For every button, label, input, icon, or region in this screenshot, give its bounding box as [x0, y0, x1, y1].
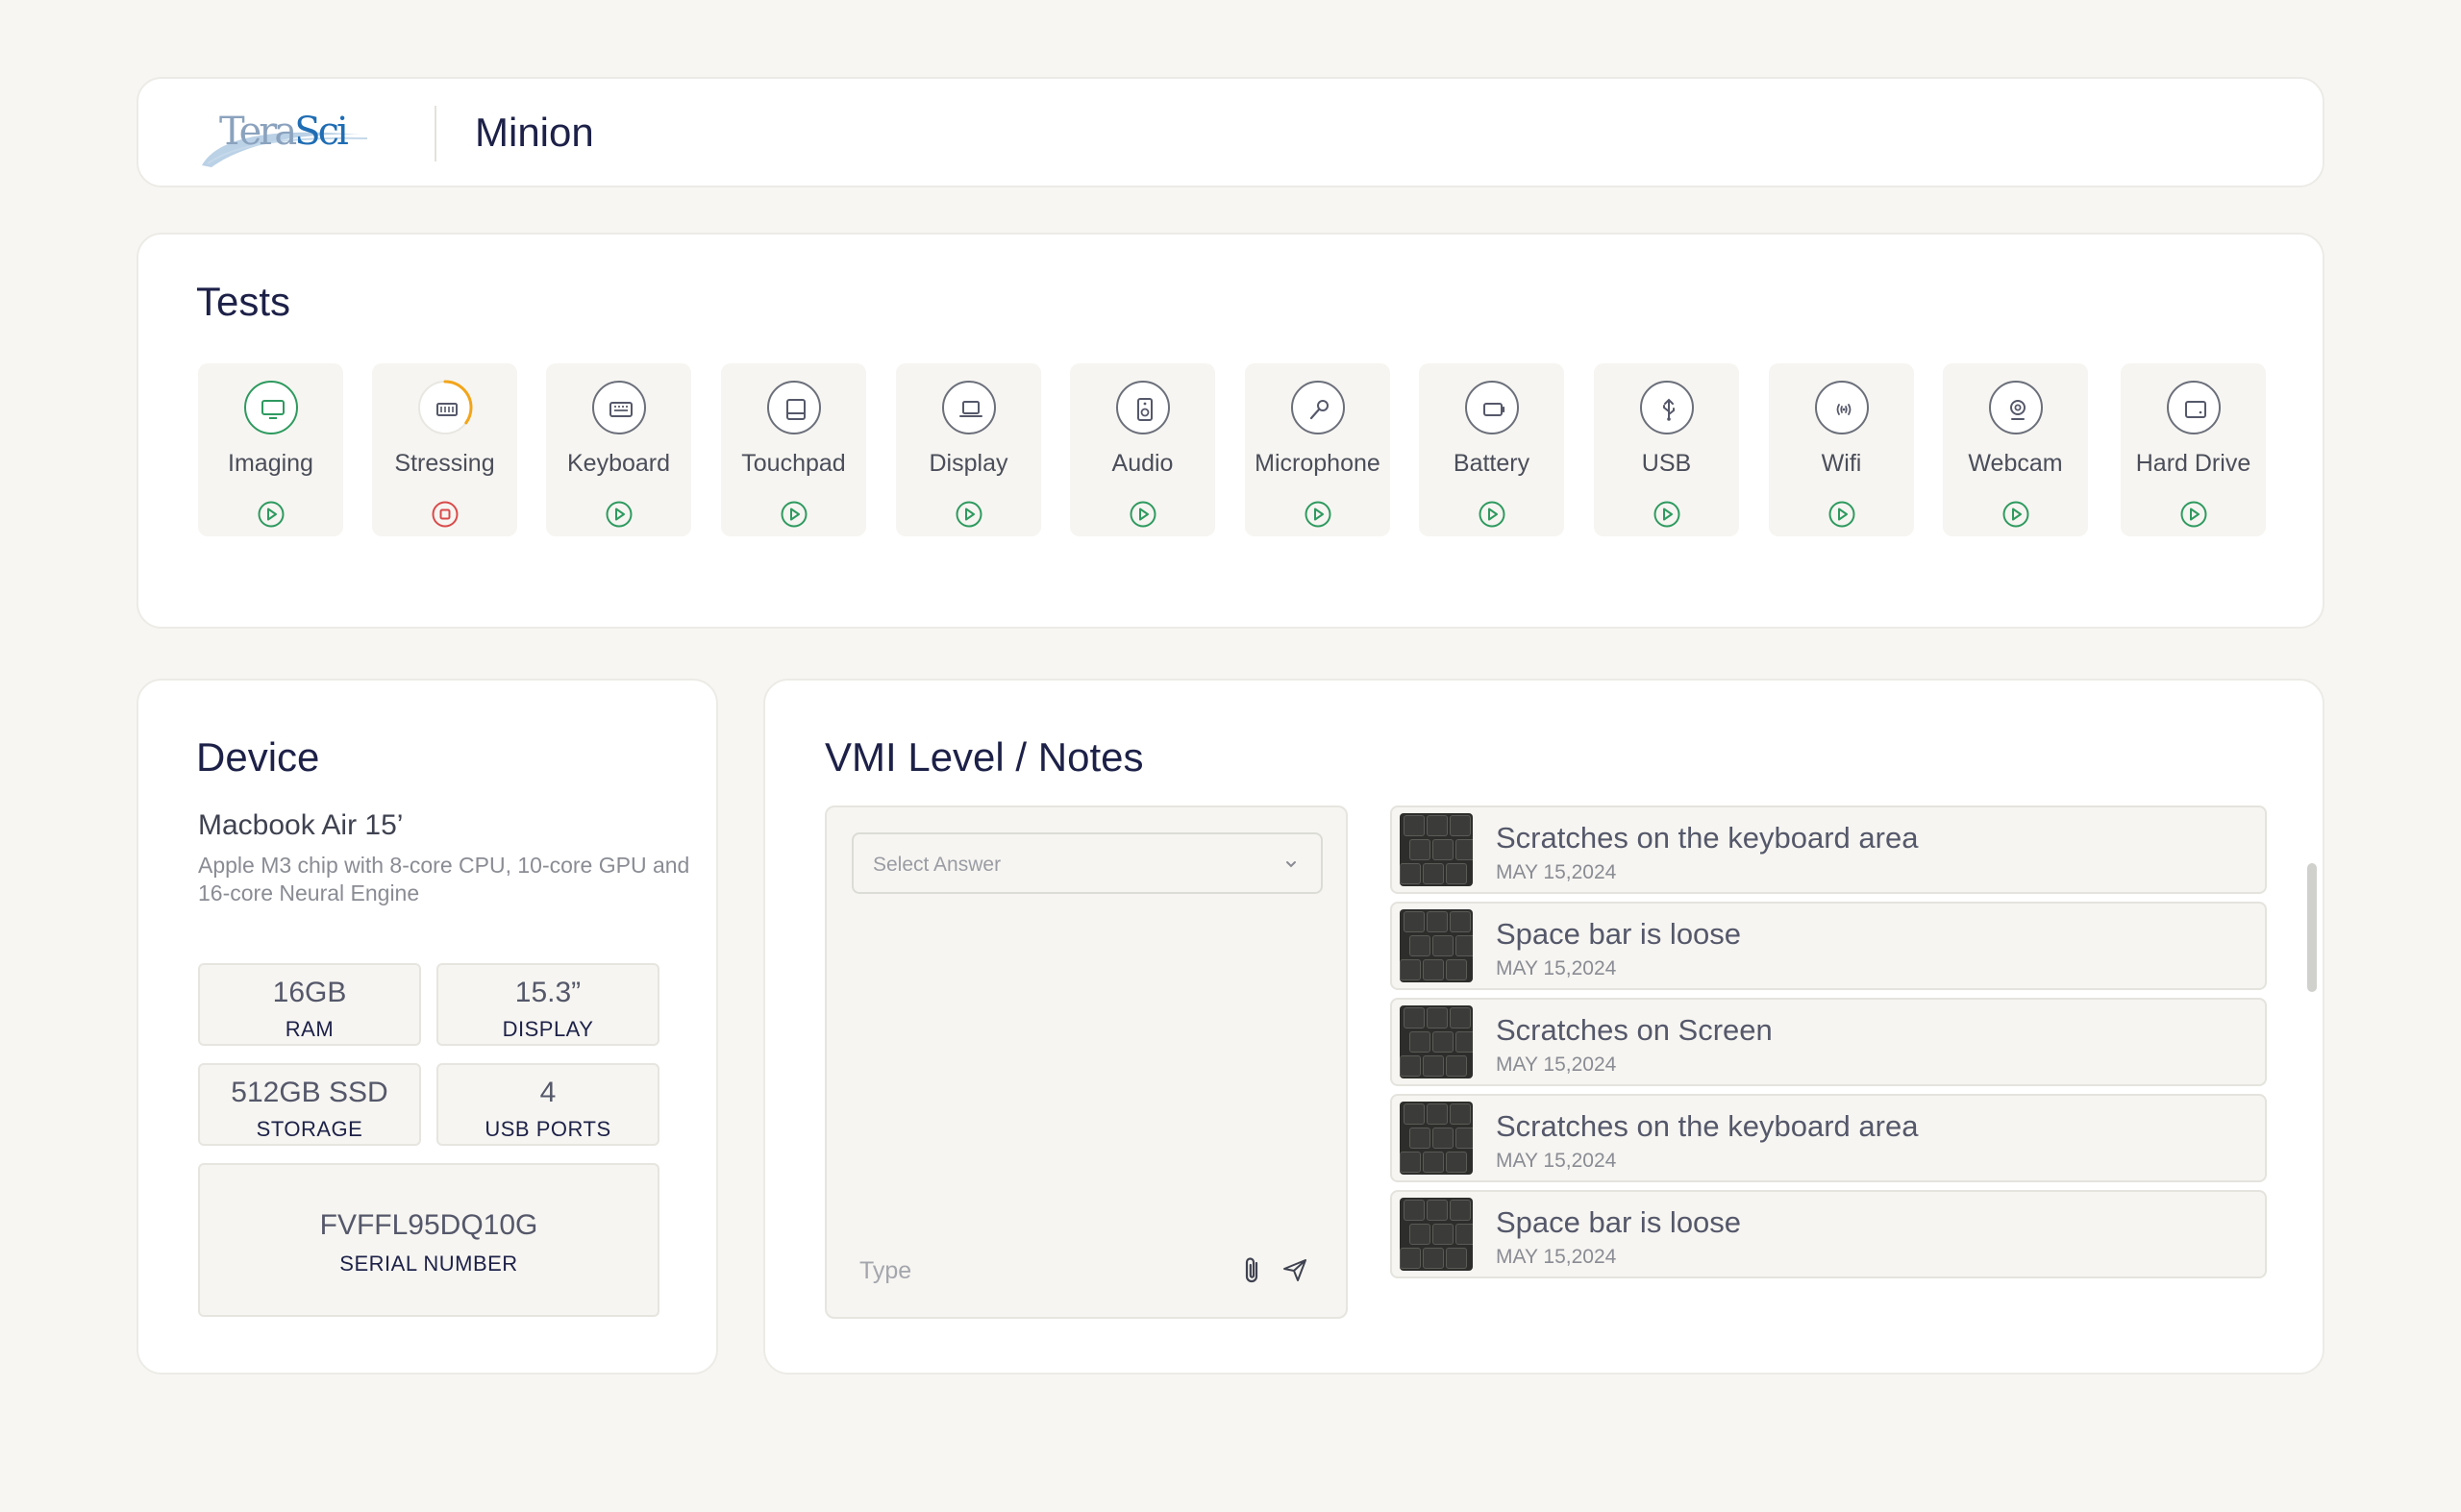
test-tile-wifi[interactable]: Wifi — [1769, 363, 1914, 536]
test-tile-display[interactable]: Display — [896, 363, 1041, 536]
test-label: Keyboard — [566, 450, 671, 477]
speaker-icon — [1116, 381, 1170, 434]
note-date: MAY 15,2024 — [1496, 1150, 1617, 1172]
play-icon[interactable] — [257, 500, 286, 529]
note-date: MAY 15,2024 — [1496, 1053, 1617, 1076]
stop-icon[interactable] — [431, 500, 460, 529]
notes-title: VMI Level / Notes — [825, 734, 1144, 780]
play-icon[interactable] — [1304, 500, 1332, 529]
spec-usb-ports: 4 USB PORTS — [436, 1063, 659, 1146]
send-icon[interactable] — [1280, 1255, 1309, 1289]
battery-icon — [1465, 381, 1519, 434]
test-label: Audio — [1111, 450, 1174, 477]
note-title: Scratches on the keyboard area — [1496, 821, 1919, 855]
device-description: Apple M3 chip with 8-core CPU, 10-core G… — [198, 853, 690, 905]
app-title: Minion — [475, 110, 594, 155]
hard-drive-icon — [2167, 381, 2221, 434]
header-bar: TeraSci Minion — [137, 77, 2324, 187]
chevron-down-icon — [1282, 855, 1300, 878]
note-date: MAY 15,2024 — [1496, 861, 1617, 883]
vmi-level-select[interactable]: Select Answer — [852, 832, 1323, 894]
test-tile-audio[interactable]: Audio — [1070, 363, 1215, 536]
note-title: Scratches on the keyboard area — [1496, 1109, 1919, 1143]
play-icon[interactable] — [605, 500, 634, 529]
test-label: Imaging — [228, 450, 313, 477]
test-label: Display — [929, 450, 1008, 477]
play-icon[interactable] — [780, 500, 808, 529]
note-title: Space bar is loose — [1496, 917, 1742, 951]
wifi-icon — [1815, 381, 1869, 434]
test-tile-battery[interactable]: Battery — [1419, 363, 1564, 536]
play-icon[interactable] — [1827, 500, 1856, 529]
note-text-input[interactable]: Type — [859, 1257, 911, 1285]
test-label: Microphone — [1255, 450, 1380, 477]
note-title: Space bar is loose — [1496, 1205, 1742, 1239]
test-label: Stressing — [394, 450, 495, 477]
keyboard-icon — [592, 381, 646, 434]
test-tile-stressing[interactable]: Stressing — [372, 363, 517, 536]
play-icon[interactable] — [1478, 500, 1506, 529]
keyboard-photo-thumbnail — [1400, 1102, 1473, 1175]
note-list-item[interactable]: Scratches on the keyboard area MAY 15,202… — [1390, 806, 2267, 894]
test-label: Webcam — [1968, 450, 2063, 477]
monitor-icon — [244, 381, 298, 434]
note-list-item[interactable]: Scratches on the keyboard area MAY 15,202… — [1390, 1094, 2267, 1182]
note-date: MAY 15,2024 — [1496, 957, 1617, 979]
test-label: Wifi — [1821, 450, 1862, 477]
keyboard-photo-thumbnail — [1400, 909, 1473, 982]
note-list-item[interactable]: Space bar is loose MAY 15,2024 — [1390, 902, 2267, 990]
tests-title: Tests — [196, 279, 291, 324]
test-label: Touchpad — [741, 450, 846, 477]
note-title: Scratches on Screen — [1496, 1013, 1773, 1047]
play-icon[interactable] — [2179, 500, 2208, 529]
play-icon[interactable] — [955, 500, 983, 529]
spec-ram: 16GB RAM — [198, 963, 421, 1046]
webcam-icon — [1989, 381, 2043, 434]
test-tile-touchpad[interactable]: Touchpad — [721, 363, 866, 536]
header-divider — [435, 106, 436, 161]
usb-icon — [1640, 381, 1694, 434]
terasci-logo: TeraSci — [198, 100, 371, 171]
note-list-item[interactable]: Space bar is loose MAY 15,2024 — [1390, 1190, 2267, 1278]
device-title: Device — [196, 734, 320, 780]
device-panel: Device Macbook Air 15’ Apple M3 chip wit… — [137, 679, 718, 1375]
test-tile-microphone[interactable]: Microphone — [1245, 363, 1390, 536]
test-label: Hard Drive — [2135, 450, 2251, 477]
laptop-icon — [942, 381, 996, 434]
paperclip-icon[interactable] — [1240, 1255, 1265, 1291]
play-icon[interactable] — [1653, 500, 1681, 529]
note-list-item[interactable]: Scratches on Screen MAY 15,2024 — [1390, 998, 2267, 1086]
memory-icon — [417, 380, 473, 435]
tests-panel: Tests Imaging Stressing Keyboard Touchpad Di… — [137, 233, 2324, 629]
spec-storage: 512GB SSD STORAGE — [198, 1063, 421, 1146]
test-label: USB — [1641, 450, 1692, 477]
play-icon[interactable] — [1129, 500, 1157, 529]
note-date: MAY 15,2024 — [1496, 1246, 1617, 1268]
test-tile-webcam[interactable]: Webcam — [1943, 363, 2088, 536]
keyboard-photo-thumbnail — [1400, 1005, 1473, 1078]
keyboard-photo-thumbnail — [1400, 813, 1473, 886]
touchpad-icon — [767, 381, 821, 434]
test-label: Battery — [1453, 450, 1530, 477]
spec-display: 15.3” DISPLAY — [436, 963, 659, 1046]
spec-serial-number: FVFFL95DQ10G SERIAL NUMBER — [198, 1163, 659, 1317]
notes-panel: VMI Level / Notes Select Answer Type Scr… — [763, 679, 2324, 1375]
note-composer: Select Answer Type — [825, 806, 1348, 1319]
microphone-icon — [1291, 381, 1345, 434]
test-tile-usb[interactable]: USB — [1594, 363, 1739, 536]
test-tile-hard-drive[interactable]: Hard Drive — [2121, 363, 2266, 536]
test-tile-imaging[interactable]: Imaging — [198, 363, 343, 536]
play-icon[interactable] — [2001, 500, 2030, 529]
test-tile-keyboard[interactable]: Keyboard — [546, 363, 691, 536]
select-placeholder: Select Answer — [873, 854, 1002, 876]
device-model: Macbook Air 15’ — [198, 809, 404, 841]
keyboard-photo-thumbnail — [1400, 1198, 1473, 1271]
notes-scrollbar[interactable] — [2307, 863, 2317, 992]
